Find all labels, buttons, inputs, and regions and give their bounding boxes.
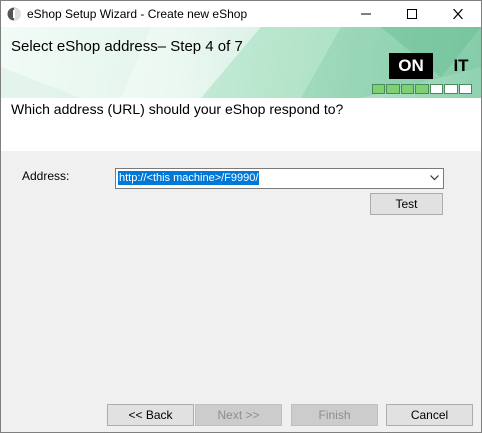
finish-button[interactable]: Finish: [291, 404, 378, 426]
progress-segment: [458, 84, 472, 94]
chevron-down-icon[interactable]: [430, 175, 439, 181]
logo-on: ON: [389, 53, 433, 79]
back-button[interactable]: << Back: [107, 404, 194, 426]
close-icon: [453, 9, 463, 19]
progress-segment: [386, 84, 400, 94]
wizard-window: eShop Setup Wizard - Create new eShop Se…: [0, 0, 482, 433]
logo-it: IT: [453, 56, 469, 75]
question-text: Which address (URL) should your eShop re…: [11, 101, 344, 117]
progress-segment: [429, 84, 444, 94]
maximize-icon: [407, 9, 417, 19]
test-button[interactable]: Test: [370, 193, 443, 215]
question-area: Which address (URL) should your eShop re…: [1, 98, 481, 151]
address-combobox[interactable]: http://<this machine>/F9990/: [115, 168, 444, 189]
window-title: eShop Setup Wizard - Create new eShop: [27, 7, 248, 21]
address-value[interactable]: http://<this machine>/F9990/: [118, 171, 260, 185]
progress-segment: [415, 84, 429, 94]
address-label: Address:: [22, 169, 70, 183]
wizard-banner: Select eShop address– Step 4 of 7 ON IT: [1, 27, 481, 98]
minimize-button[interactable]: [343, 1, 389, 27]
cancel-button[interactable]: Cancel: [386, 404, 473, 426]
minimize-icon: [361, 13, 371, 15]
step-title: Select eShop address– Step 4 of 7: [11, 38, 243, 55]
onit-logo: ON IT: [389, 53, 475, 83]
progress-segment: [400, 84, 415, 94]
progress-segment: [444, 84, 458, 94]
close-button[interactable]: [435, 1, 481, 27]
progress-segment: [372, 84, 386, 94]
app-icon: [7, 7, 21, 21]
maximize-button[interactable]: [389, 1, 435, 27]
step-progress-bar: [372, 84, 472, 94]
title-bar[interactable]: eShop Setup Wizard - Create new eShop: [1, 1, 481, 27]
next-button[interactable]: Next >>: [195, 404, 282, 426]
